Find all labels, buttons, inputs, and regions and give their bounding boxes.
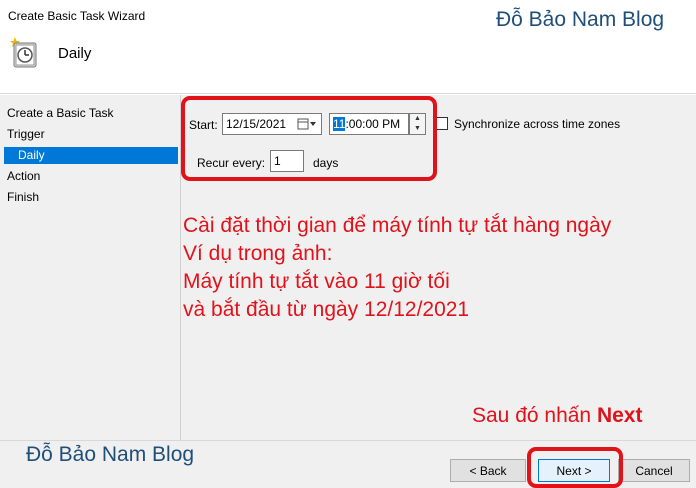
next-instruction-prefix: Sau đó nhấn xyxy=(472,404,597,427)
next-instruction-bold: Next xyxy=(596,404,643,427)
watermark-bottom: Đỗ Bảo Nam Blog xyxy=(26,443,195,466)
annotation-line: Máy tính tự tắt vào 11 giờ tối xyxy=(183,270,450,293)
back-button[interactable]: < Back xyxy=(450,459,526,482)
window-title: Create Basic Task Wizard xyxy=(8,9,146,23)
highlight-next-button xyxy=(527,447,623,488)
sidebar-item-daily[interactable]: Daily xyxy=(4,147,178,164)
annotation-line: Ví dụ trong ảnh: xyxy=(183,242,333,265)
annotation-text: Cài đặt thời gian để máy tính tự tắt hàn… xyxy=(183,212,611,324)
sync-time-zones-label: Synchronize across time zones xyxy=(454,117,621,131)
sidebar-item-create-basic-task[interactable]: Create a Basic Task xyxy=(4,105,178,122)
task-scheduler-clock-icon xyxy=(6,36,40,70)
wizard-steps-sidebar: Create a Basic Task Trigger Daily Action… xyxy=(0,95,178,488)
footer-divider xyxy=(0,440,696,441)
sidebar-item-trigger[interactable]: Trigger xyxy=(4,126,178,143)
watermark-top: Đỗ Bảo Nam Blog xyxy=(496,8,665,31)
next-instruction: Sau đó nhấn Next xyxy=(472,404,642,428)
sidebar-item-finish[interactable]: Finish xyxy=(4,189,178,206)
page-title: Daily xyxy=(58,45,92,62)
sidebar-item-action[interactable]: Action xyxy=(4,168,178,185)
annotation-line: Cài đặt thời gian để máy tính tự tắt hàn… xyxy=(183,214,612,237)
annotation-line: và bắt đầu từ ngày 12/12/2021 xyxy=(183,298,470,321)
cancel-button[interactable]: Cancel xyxy=(618,459,690,482)
wizard-header: Daily xyxy=(0,32,696,94)
highlight-start-settings xyxy=(181,96,437,181)
